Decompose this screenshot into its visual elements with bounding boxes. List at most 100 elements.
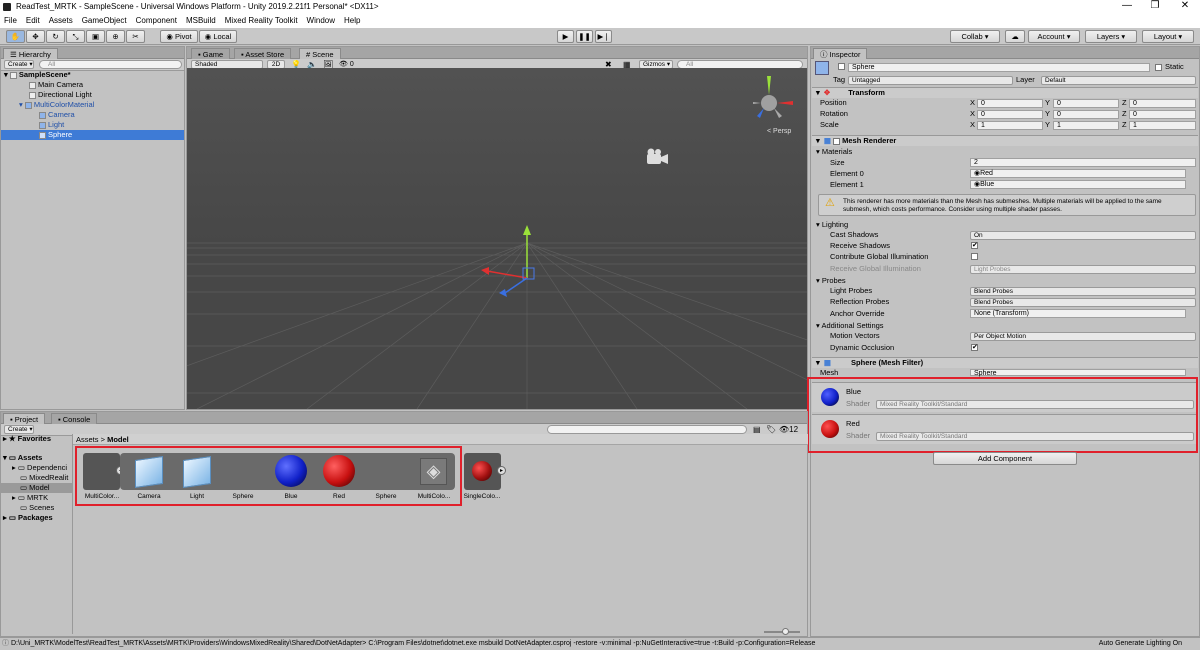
menu-component[interactable]: Component bbox=[136, 14, 177, 28]
tab-game[interactable]: ▪ Game bbox=[191, 48, 231, 59]
static-checkbox[interactable] bbox=[1155, 64, 1162, 71]
scene-viewport[interactable]: < Persp bbox=[187, 68, 807, 409]
add-component-button[interactable]: Add Component bbox=[933, 452, 1077, 465]
expand-prefab-icon[interactable]: ▸ bbox=[497, 466, 506, 475]
move-tool-icon[interactable]: ✥ bbox=[26, 30, 45, 43]
reflection-probes-dropdown[interactable]: Blend Probes bbox=[970, 298, 1196, 307]
scale-z-field[interactable]: 1 bbox=[1129, 121, 1196, 130]
lighting-foldout[interactable]: ▾ Lighting bbox=[816, 220, 848, 230]
scale-x-field[interactable]: 1 bbox=[977, 121, 1043, 130]
menu-mixed-reality-toolkit[interactable]: Mixed Reality Toolkit bbox=[225, 14, 298, 28]
mesh-renderer-header[interactable]: ▾ ▦ Mesh Renderer bbox=[812, 135, 1198, 146]
cloud-icon[interactable]: ☁ bbox=[1005, 30, 1025, 43]
local-toggle[interactable]: ◉ Local bbox=[199, 30, 237, 43]
menu-edit[interactable]: Edit bbox=[26, 14, 40, 28]
layer-dropdown[interactable]: Default bbox=[1041, 76, 1196, 85]
hier-row-main-camera[interactable]: Main Camera bbox=[1, 80, 184, 90]
menu-gameobject[interactable]: GameObject bbox=[82, 14, 127, 28]
hier-row-directional-light[interactable]: Directional Light bbox=[1, 90, 184, 100]
scene-root-row[interactable]: ▾ SampleScene* bbox=[1, 70, 184, 80]
menu-msbuild[interactable]: MSBuild bbox=[186, 14, 216, 28]
hier-row-camera[interactable]: Camera bbox=[1, 110, 184, 120]
mesh-renderer-enabled-checkbox[interactable] bbox=[833, 137, 841, 145]
tab-console[interactable]: ▪ Console bbox=[51, 413, 98, 424]
maximize-button[interactable]: ❐ bbox=[1140, 0, 1170, 12]
transform-header[interactable]: ▾ ✥ Transform bbox=[812, 87, 1198, 98]
tab-asset-store[interactable]: ▪ Asset Store bbox=[234, 48, 292, 59]
tree-scenes[interactable]: ▭ Scenes bbox=[20, 503, 54, 513]
layout-dropdown[interactable]: Layout ▾ bbox=[1142, 30, 1194, 43]
tab-inspector[interactable]: ⓘ Inspector bbox=[813, 48, 868, 59]
project-search-input[interactable] bbox=[547, 425, 747, 434]
tree-model-selected[interactable]: ▭ Model bbox=[0, 483, 72, 493]
hand-tool-icon[interactable]: ✋ bbox=[6, 30, 25, 43]
materials-foldout[interactable]: ▾ Materials bbox=[816, 147, 852, 157]
custom-tool-icon[interactable]: ✂ bbox=[126, 30, 145, 43]
additional-settings-foldout[interactable]: ▾ Additional Settings bbox=[816, 321, 884, 331]
tree-mrtk[interactable]: ▸ ▭ MRTK bbox=[12, 493, 48, 503]
object-name-field[interactable]: Sphere bbox=[848, 63, 1150, 72]
breadcrumb-assets[interactable]: Assets bbox=[76, 435, 99, 444]
hier-row-multicolormaterial[interactable]: ▾ MultiColorMaterial bbox=[1, 100, 184, 110]
tag-dropdown[interactable]: Untagged bbox=[848, 76, 1013, 85]
menu-help[interactable]: Help bbox=[344, 14, 360, 28]
cast-shadows-dropdown[interactable]: On bbox=[970, 231, 1196, 240]
account-dropdown[interactable]: Account ▾ bbox=[1028, 30, 1080, 43]
mesh-field[interactable]: Sphere bbox=[970, 369, 1186, 377]
close-button[interactable]: ✕ bbox=[1170, 0, 1200, 12]
play-button[interactable]: ▶ bbox=[557, 30, 574, 43]
hierarchy-create-dropdown[interactable]: Create ▾ bbox=[4, 60, 34, 69]
favorites-row[interactable]: ▸ ★ Favorites bbox=[3, 434, 51, 444]
light-probes-dropdown[interactable]: Blend Probes bbox=[970, 287, 1196, 296]
rect-tool-icon[interactable]: ▣ bbox=[86, 30, 105, 43]
menu-window[interactable]: Window bbox=[307, 14, 335, 28]
position-x-field[interactable]: 0 bbox=[977, 99, 1043, 108]
scale-tool-icon[interactable]: ⤡ bbox=[66, 30, 85, 43]
receive-shadows-checkbox[interactable]: ✔ bbox=[971, 242, 978, 249]
slider-thumb[interactable] bbox=[782, 628, 789, 635]
anchor-override-field[interactable]: None (Transform) bbox=[970, 309, 1186, 318]
hier-row-sphere-selected[interactable]: Sphere bbox=[1, 130, 184, 140]
status-message[interactable]: D:\Uni_MRTK\ModelTest\ReadTest_MRTK\Asse… bbox=[11, 640, 815, 647]
eye-count-icon[interactable]: 👁12 bbox=[779, 425, 798, 434]
materials-size-field[interactable]: 2 bbox=[970, 158, 1196, 167]
active-checkbox[interactable] bbox=[838, 63, 845, 70]
tree-assets[interactable]: ▾ ▭ Assets bbox=[3, 453, 42, 463]
project-create-dropdown[interactable]: Create ▾ bbox=[4, 425, 34, 434]
hidden-objects-icon[interactable]: 👁 0 bbox=[339, 60, 354, 68]
pivot-toggle[interactable]: ◉ Pivot bbox=[160, 30, 198, 43]
contribute-gi-checkbox[interactable] bbox=[971, 253, 978, 260]
tab-hierarchy[interactable]: ☰ Hierarchy bbox=[3, 48, 58, 59]
tree-mixedreality[interactable]: ▭ MixedRealit bbox=[20, 473, 68, 483]
pause-button[interactable]: ❚❚ bbox=[576, 30, 593, 43]
tree-packages[interactable]: ▸ ▭ Packages bbox=[3, 513, 53, 523]
prefab-thumbnail-icon[interactable] bbox=[464, 453, 501, 490]
tree-dependencies[interactable]: ▸ ▭ Dependenci bbox=[12, 463, 67, 473]
tab-project[interactable]: ▪ Project bbox=[3, 413, 46, 424]
project-splitter[interactable] bbox=[72, 434, 73, 634]
layers-dropdown[interactable]: Layers ▾ bbox=[1085, 30, 1137, 43]
receive-gi-dropdown[interactable]: Light Probes bbox=[970, 265, 1196, 274]
scale-y-field[interactable]: 1 bbox=[1053, 121, 1119, 130]
filter-type-icon[interactable]: ▤ bbox=[753, 425, 761, 434]
menu-assets[interactable]: Assets bbox=[49, 14, 73, 28]
rotation-y-field[interactable]: 0 bbox=[1053, 110, 1119, 119]
perspective-label[interactable]: < Persp bbox=[767, 128, 791, 135]
probes-foldout[interactable]: ▾ Probes bbox=[816, 276, 846, 286]
motion-vectors-dropdown[interactable]: Per Object Motion bbox=[970, 332, 1196, 341]
hierarchy-search-input[interactable]: All bbox=[39, 60, 182, 69]
element1-field[interactable]: ◉Blue bbox=[970, 180, 1186, 189]
hier-row-light[interactable]: Light bbox=[1, 120, 184, 130]
tab-scene[interactable]: # Scene bbox=[299, 48, 341, 59]
minimize-button[interactable]: — bbox=[1112, 0, 1142, 12]
rotate-tool-icon[interactable]: ↻ bbox=[46, 30, 65, 43]
step-button[interactable]: ▶❘ bbox=[595, 30, 612, 43]
element0-field[interactable]: ◉Red bbox=[970, 169, 1186, 178]
asset-label[interactable]: SingleColo... bbox=[460, 493, 504, 500]
mesh-filter-header[interactable]: ▾ ▦ Sphere (Mesh Filter) bbox=[812, 357, 1198, 368]
position-z-field[interactable]: 0 bbox=[1129, 99, 1196, 108]
collab-button[interactable]: Collab ▾ bbox=[950, 30, 1000, 43]
transform-tool-icon[interactable]: ⊕ bbox=[106, 30, 125, 43]
filter-label-icon[interactable]: 🏷 bbox=[766, 425, 776, 434]
menu-file[interactable]: File bbox=[4, 14, 17, 28]
